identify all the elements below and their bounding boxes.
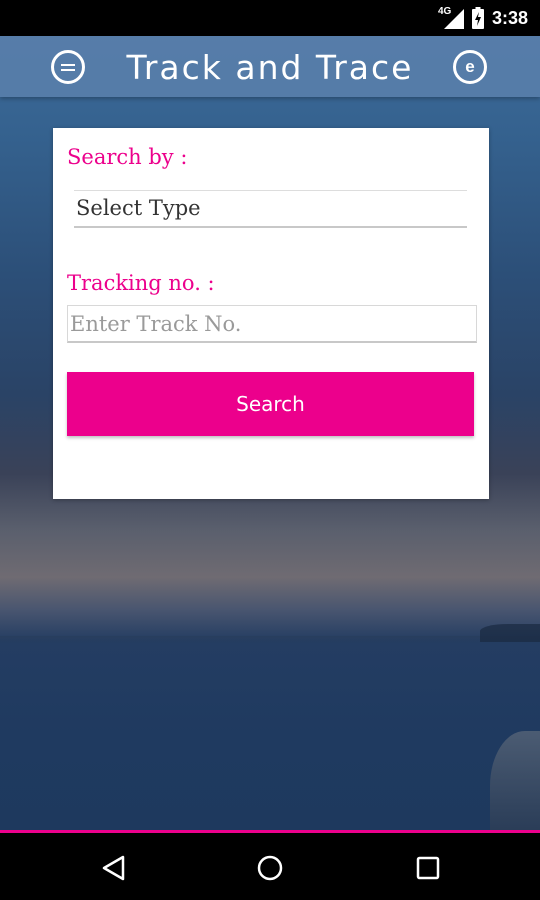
type-select[interactable]: Select Type [74, 190, 467, 228]
signal-icon: 4G [438, 7, 464, 29]
tracking-number-input[interactable] [67, 305, 477, 343]
tracking-label: Tracking no. : [67, 271, 215, 295]
navigation-bar [0, 833, 540, 900]
clock: 3:38 [491, 7, 528, 28]
distant-rock [480, 624, 540, 642]
search-by-label: Search by : [67, 145, 188, 169]
battery-charging-icon [471, 7, 484, 29]
recent-apps-icon[interactable] [413, 853, 443, 883]
rock [490, 731, 540, 841]
search-card: Search by : Select Type Tracking no. : S… [53, 128, 489, 499]
horizon [0, 636, 540, 644]
status-bar: 4G 3:38 [0, 0, 540, 36]
app-bar: Track and Trace e [0, 36, 540, 97]
search-button[interactable]: Search [67, 372, 474, 436]
home-icon[interactable] [255, 853, 285, 883]
e-button[interactable]: e [453, 50, 487, 84]
back-icon[interactable] [99, 853, 129, 883]
status-icons: 4G 3:38 [438, 0, 528, 36]
